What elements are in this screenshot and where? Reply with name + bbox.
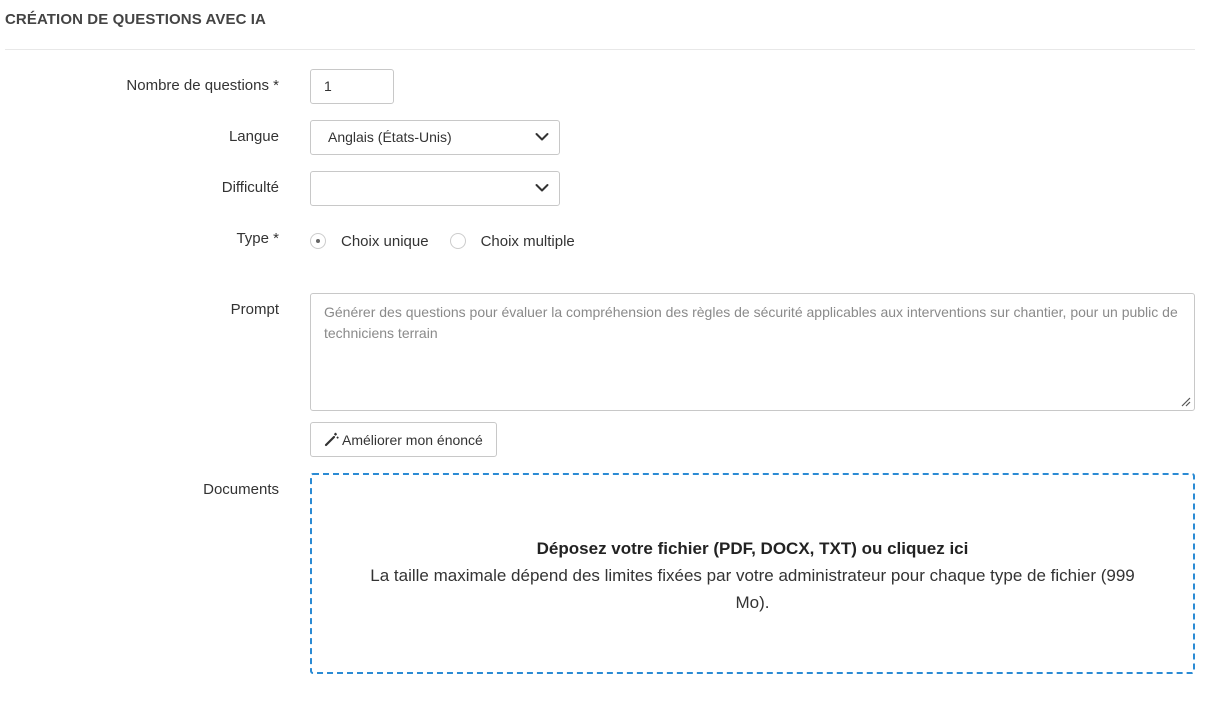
dropzone-description: La taille maximale dépend des limites fi… <box>370 566 1135 612</box>
improve-prompt-label: Améliorer mon énoncé <box>342 431 483 448</box>
difficulte-label: Difficulté <box>221 179 279 196</box>
title-divider <box>5 49 1195 50</box>
radio-label: Choix unique <box>341 232 429 250</box>
difficulte-select[interactable] <box>310 171 560 206</box>
nb-questions-label: Nombre de questions * <box>126 77 279 94</box>
prompt-placeholder: Générer des questions pour évaluer la co… <box>324 304 1178 341</box>
radio-button-unchecked[interactable] <box>449 233 466 249</box>
radio-choix-multiple[interactable]: Choix multiple <box>449 232 575 250</box>
ai-question-creation-page: CRÉATION DE QUESTIONS AVEC IA Nombre de … <box>0 0 1210 703</box>
radio-label: Choix multiple <box>480 232 575 250</box>
langue-selected-value: Anglais (États-Unis) <box>328 129 452 145</box>
improve-prompt-button[interactable]: Améliorer mon énoncé <box>310 422 497 457</box>
magic-wand-icon <box>324 432 339 447</box>
section-title: CRÉATION DE QUESTIONS AVEC IA <box>5 11 266 28</box>
radio-choix-unique[interactable]: Choix unique <box>310 233 429 250</box>
langue-label: Langue <box>228 128 279 145</box>
nb-questions-input[interactable]: 1 <box>310 69 394 104</box>
documents-label: Documents <box>203 481 279 498</box>
file-dropzone[interactable]: Déposez votre fichier (PDF, DOCX, TXT) o… <box>310 473 1195 674</box>
prompt-textarea[interactable]: Générer des questions pour évaluer la co… <box>310 293 1195 411</box>
langue-select[interactable]: Anglais (États-Unis) <box>310 120 560 155</box>
radio-button-checked[interactable] <box>310 233 326 249</box>
type-radio-group: Choix unique Choix multiple <box>310 231 575 251</box>
chevron-down-icon <box>535 133 549 141</box>
type-label: Type * <box>236 230 279 247</box>
dropzone-title: Déposez votre fichier (PDF, DOCX, TXT) o… <box>536 539 969 558</box>
resize-handle-icon[interactable] <box>1181 397 1191 407</box>
prompt-label: Prompt <box>230 301 279 318</box>
chevron-down-icon <box>535 184 549 192</box>
